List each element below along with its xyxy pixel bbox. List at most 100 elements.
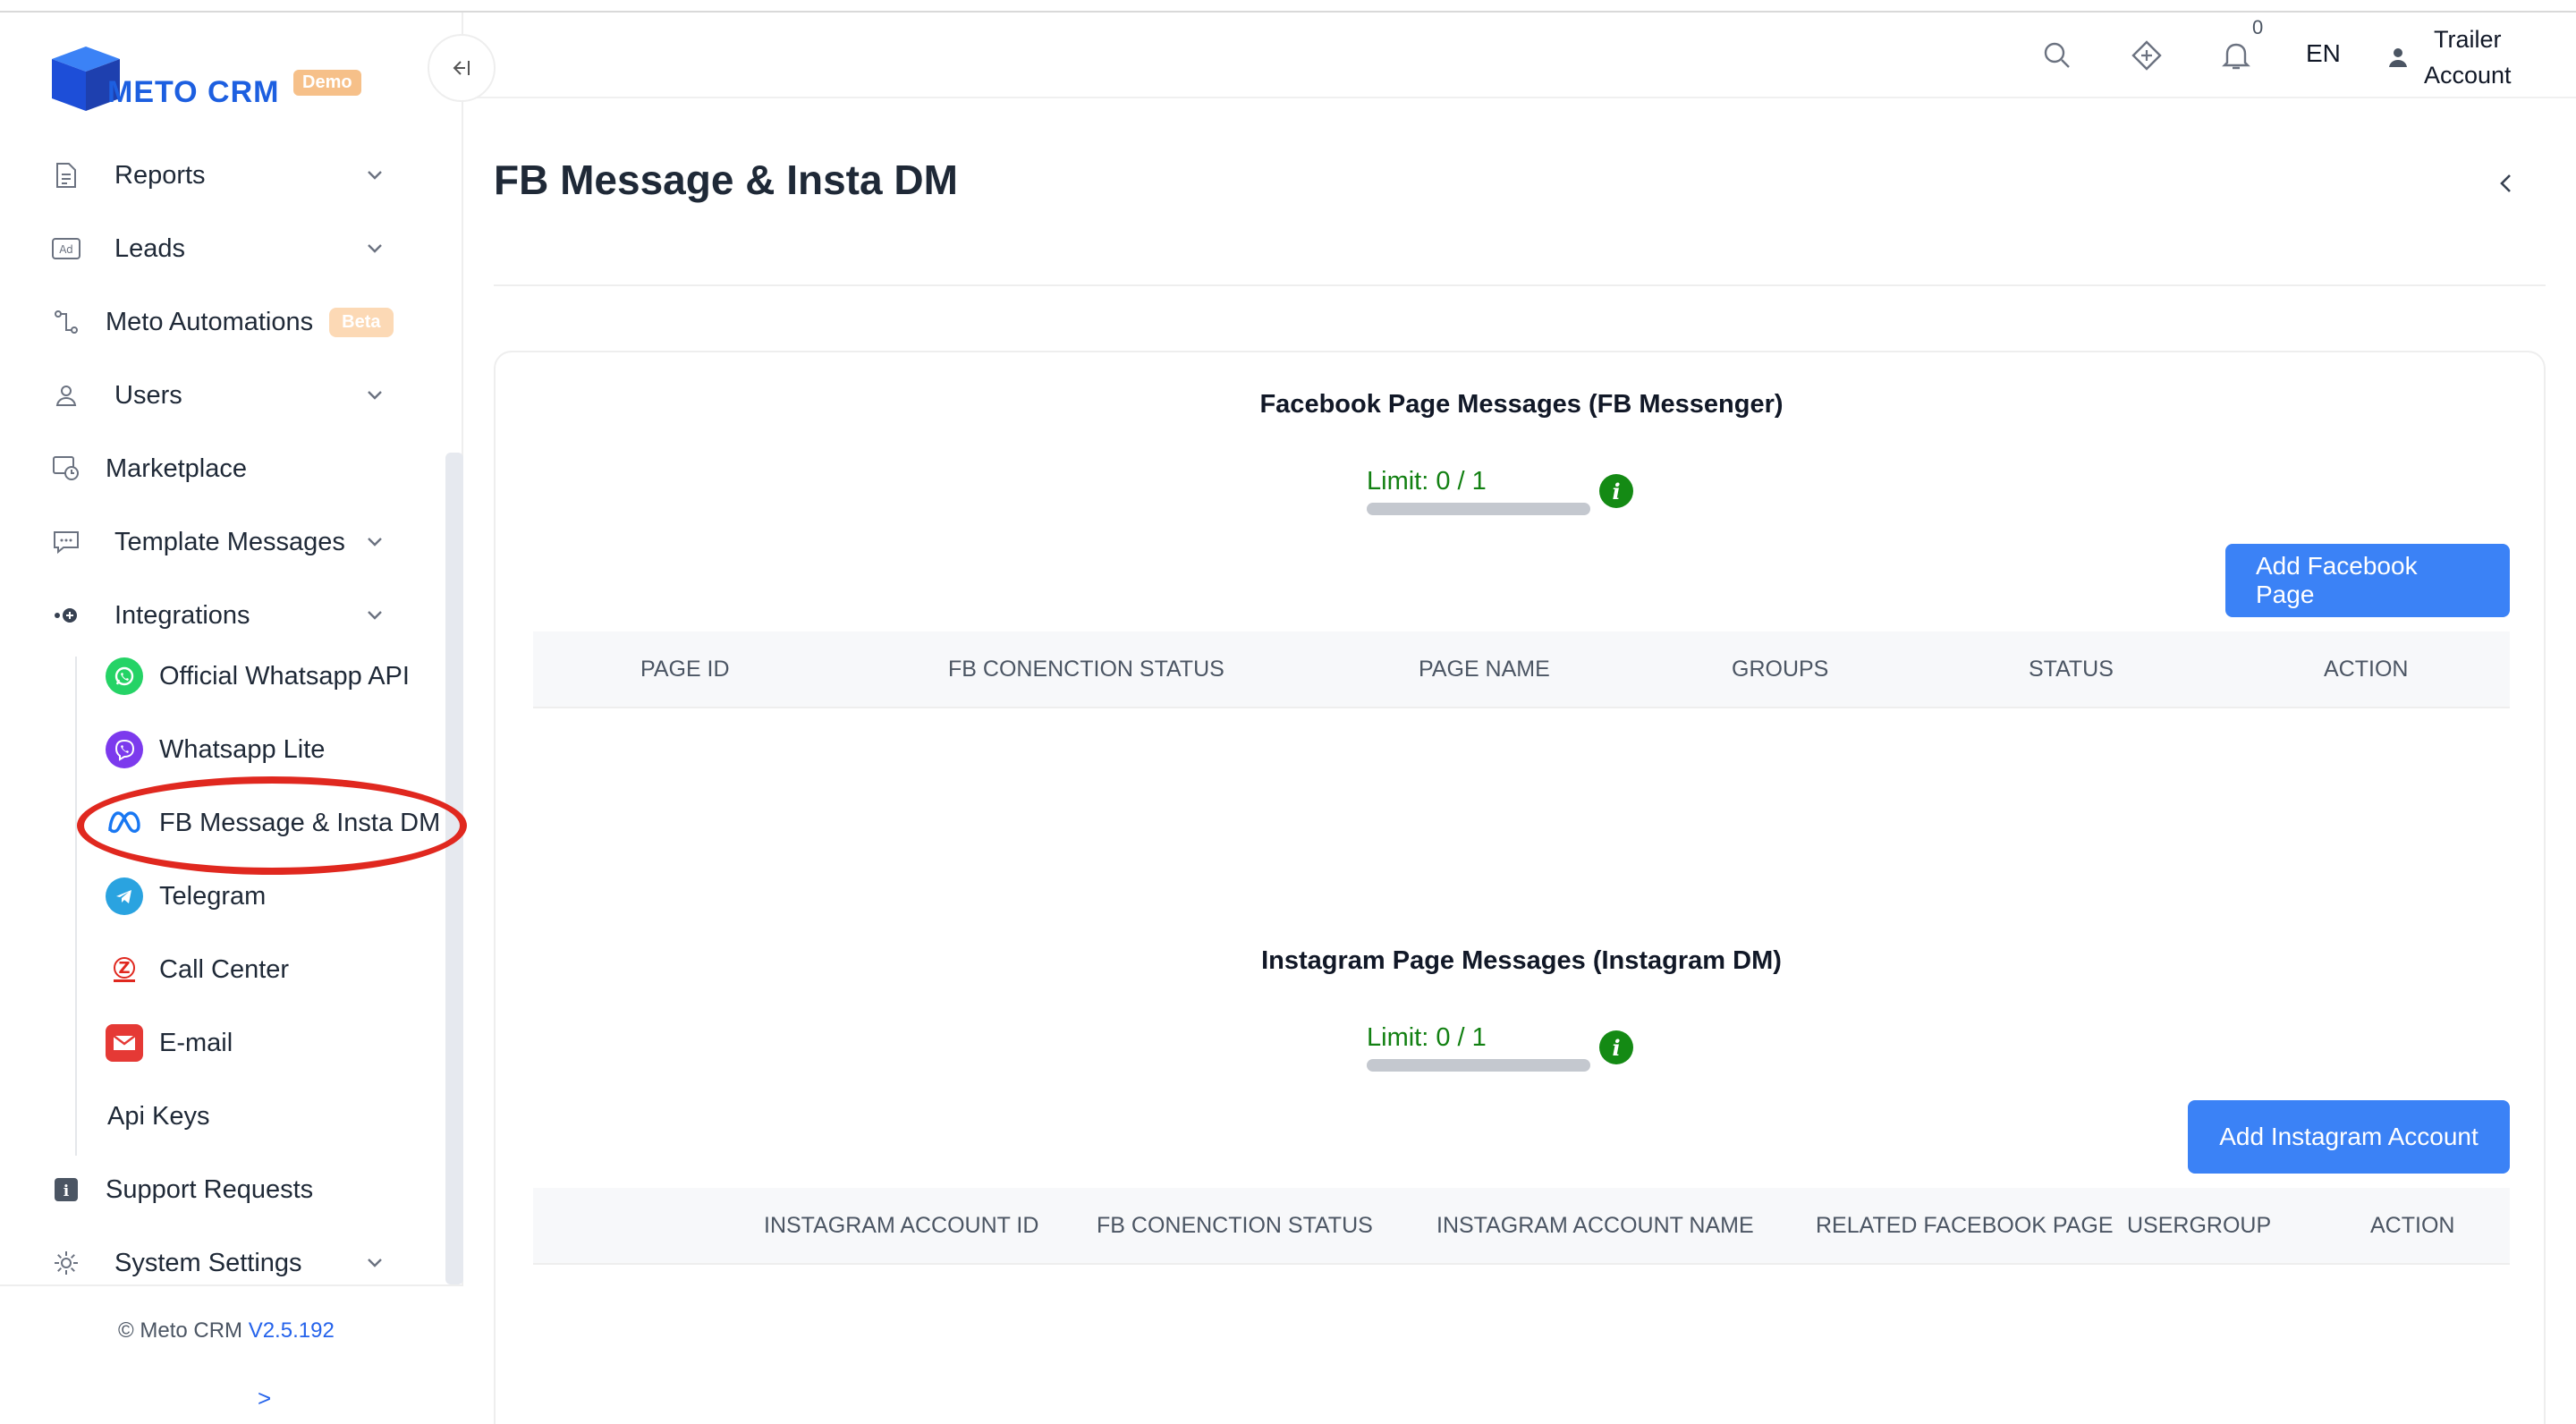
email-icon: [106, 1024, 143, 1062]
sidebar-item-fb-message-insta-dm[interactable]: FB Message & Insta DM: [106, 796, 440, 850]
column-header[interactable]: ACTION: [2370, 1213, 2454, 1239]
marketplace-icon: [48, 451, 84, 487]
beta-badge: Beta: [329, 307, 394, 337]
ad-icon: Ad: [48, 231, 84, 267]
sidebar-item-integrations[interactable]: Integrations: [48, 589, 406, 642]
language-selector[interactable]: EN: [2306, 39, 2341, 68]
sidebar-item-whatsapp-lite[interactable]: Whatsapp Lite: [106, 723, 325, 776]
column-header[interactable]: INSTAGRAM ACCOUNT ID: [764, 1213, 1038, 1239]
copyright-text: © Meto CRM: [118, 1318, 243, 1343]
sidebar-item-label: Reports: [114, 160, 206, 190]
sidebar: METO CRM Demo Reports Ad Leads Meto Auto…: [0, 13, 463, 1424]
call-center-icon: Z: [106, 951, 143, 988]
facebook-section-title: Facebook Page Messages (FB Messenger): [1259, 390, 1784, 419]
collapse-sidebar-button[interactable]: [428, 34, 496, 102]
chevron-down-icon: [368, 244, 382, 253]
telegram-icon: [106, 877, 143, 915]
sidebar-item-template-messages[interactable]: Template Messages: [48, 515, 406, 569]
facebook-limit-text: Limit: 0 / 1: [1367, 467, 1487, 496]
add-instagram-account-button[interactable]: Add Instagram Account: [2188, 1100, 2510, 1174]
sidebar-item-label: E-mail: [159, 1028, 233, 1057]
sidebar-item-label: Call Center: [159, 954, 290, 984]
svg-text:Z: Z: [118, 959, 130, 978]
sidebar-item-label: Integrations: [114, 600, 250, 630]
viber-icon: [106, 731, 143, 768]
title-divider: [494, 284, 2546, 286]
instagram-limit-text: Limit: 0 / 1: [1367, 1023, 1487, 1052]
info-icon[interactable]: i: [1599, 474, 1633, 508]
chevron-down-icon: [368, 1259, 382, 1267]
sidebar-item-label: System Settings: [114, 1248, 302, 1277]
account-name-line1: Trailer: [2434, 26, 2502, 53]
message-icon: [48, 524, 84, 560]
svg-text:Ad: Ad: [59, 243, 73, 256]
brand-logo[interactable]: METO CRM Demo: [48, 34, 370, 120]
sidebar-scrollbar[interactable]: [445, 453, 463, 1284]
brand-name: METO CRM: [107, 75, 280, 109]
account-name-line2: Account: [2424, 62, 2512, 89]
sidebar-item-label: Marketplace: [106, 453, 247, 483]
column-header[interactable]: USERGROUP: [2127, 1213, 2271, 1239]
column-header[interactable]: FB CONENCTION STATUS: [948, 657, 1224, 682]
sidebar-item-api-keys[interactable]: Api Keys: [107, 1089, 465, 1143]
sidebar-item-call-center[interactable]: Z Call Center: [106, 943, 289, 996]
diamond-icon[interactable]: [2129, 38, 2165, 73]
sidebar-item-label: Users: [114, 380, 182, 410]
sidebar-item-label: Template Messages: [114, 527, 345, 556]
account-menu[interactable]: Trailer Account: [2386, 21, 2512, 93]
sidebar-item-leads[interactable]: Ad Leads: [48, 222, 406, 275]
sidebar-item-label: Api Keys: [107, 1101, 210, 1131]
column-header[interactable]: GROUPS: [1732, 657, 1828, 682]
gear-icon: [48, 1245, 84, 1281]
info-icon[interactable]: i: [1599, 1030, 1633, 1064]
chevron-down-icon: [368, 391, 382, 400]
collapse-left-icon: [453, 61, 470, 75]
whatsapp-icon: [106, 657, 143, 695]
expand-sidebar-button[interactable]: >: [258, 1385, 271, 1412]
bell-icon[interactable]: [2218, 38, 2254, 73]
sidebar-item-system-settings[interactable]: System Settings: [48, 1236, 406, 1290]
sidebar-item-email[interactable]: E-mail: [106, 1016, 233, 1070]
sidebar-item-label: FB Message & Insta DM: [159, 808, 441, 837]
sidebar-item-label: Telegram: [159, 881, 267, 911]
sidebar-item-support-requests[interactable]: i Support Requests: [48, 1163, 406, 1216]
chevron-down-icon: [368, 538, 382, 547]
instagram-table-header: INSTAGRAM ACCOUNT ID FB CONENCTION STATU…: [533, 1188, 2510, 1265]
sidebar-item-meto-automations[interactable]: Meto Automations Beta: [48, 295, 406, 349]
user-icon: [48, 377, 84, 413]
column-header[interactable]: PAGE ID: [640, 657, 730, 682]
sidebar-item-label: Meto Automations: [106, 307, 314, 336]
column-header[interactable]: ACTION: [2324, 657, 2408, 682]
integration-icon: [48, 598, 84, 633]
version-text: © Meto CRM V2.5.192: [118, 1318, 335, 1343]
search-icon[interactable]: [2039, 38, 2075, 73]
column-header[interactable]: STATUS: [2029, 657, 2114, 682]
column-header[interactable]: PAGE NAME: [1419, 657, 1550, 682]
add-facebook-page-button[interactable]: Add Facebook Page: [2225, 544, 2510, 617]
sidebar-item-official-whatsapp-api[interactable]: Official Whatsapp API: [106, 649, 410, 703]
page-title: FB Message & Insta DM: [494, 157, 958, 203]
column-header[interactable]: RELATED FACEBOOK PAGE: [1816, 1213, 2114, 1239]
automation-icon: [48, 304, 84, 340]
chevron-left-icon[interactable]: [2494, 168, 2519, 199]
instagram-section-title: Instagram Page Messages (Instagram DM): [1261, 946, 1782, 975]
sidebar-item-label: Whatsapp Lite: [159, 734, 326, 764]
instagram-limit-bar: [1367, 1059, 1590, 1072]
sidebar-item-users[interactable]: Users: [48, 369, 406, 422]
info-square-icon: i: [48, 1172, 84, 1208]
integrations-card: Facebook Page Messages (FB Messenger) Li…: [494, 351, 2546, 1424]
demo-badge: Demo: [293, 70, 361, 96]
facebook-limit-bar: [1367, 503, 1590, 515]
document-icon: [48, 157, 84, 193]
column-header[interactable]: INSTAGRAM ACCOUNT NAME: [1436, 1213, 1754, 1239]
svg-text:i: i: [64, 1182, 70, 1200]
sidebar-item-telegram[interactable]: Telegram: [106, 869, 266, 923]
facebook-table-header: PAGE ID FB CONENCTION STATUS PAGE NAME G…: [533, 631, 2510, 708]
submenu-guide-line: [75, 657, 77, 1156]
version-number: V2.5.192: [248, 1318, 335, 1343]
sidebar-item-reports[interactable]: Reports: [48, 148, 406, 202]
sidebar-item-marketplace[interactable]: Marketplace: [48, 442, 406, 496]
column-header[interactable]: FB CONENCTION STATUS: [1097, 1213, 1373, 1239]
notification-count: 0: [2252, 16, 2264, 38]
chevron-down-icon: [368, 171, 382, 180]
